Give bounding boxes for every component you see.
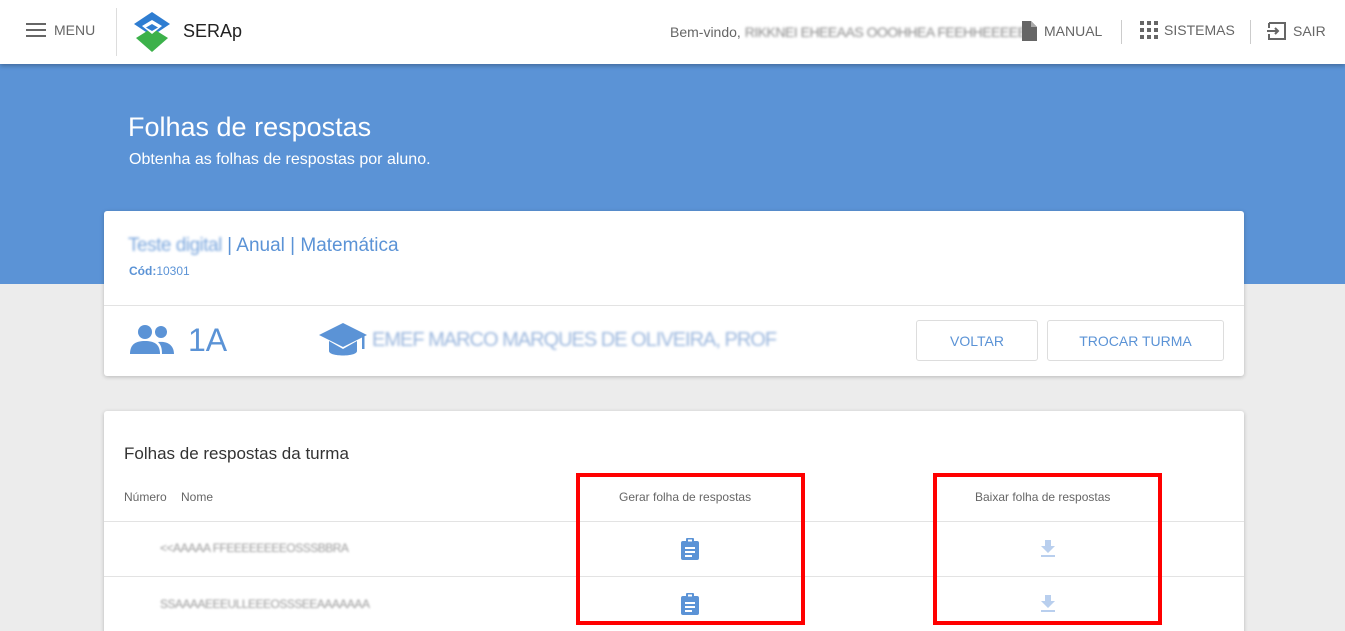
school-name-text: EMEF MARCO MARQUES DE OLIVEIRA, PROF: [372, 329, 777, 351]
test-details: | Anual | Matemática: [221, 235, 399, 256]
welcome-text: Bem-vindo, RIKKNEI EHEEAAS OOOHHEA FEEHH…: [670, 24, 1027, 40]
student-name-text: <<AAAAA FFEEEEEEEEOSSSBBRA: [160, 541, 349, 555]
test-code: Cód:10301: [129, 264, 190, 278]
divider: [104, 305, 1244, 306]
highlight-box-baixar: [933, 473, 1162, 625]
top-navbar: MENU SERAp Bem-vindo, RIKKNEI EHEEAAS OO…: [0, 0, 1345, 64]
group-icon: [130, 325, 174, 354]
trocar-turma-button[interactable]: TROCAR TURMA: [1047, 320, 1224, 361]
welcome-prefix: Bem-vindo,: [670, 24, 741, 40]
user-name: RIKKNEI EHEEAAS OOOHHEA FEEHHEEEEE: [744, 24, 1027, 40]
column-header-nome[interactable]: Nome: [181, 490, 213, 504]
document-icon: [1022, 21, 1037, 41]
divider: [1121, 20, 1122, 44]
sistemas-label: SISTEMAS: [1164, 22, 1235, 38]
brand-name[interactable]: SERAp: [183, 21, 242, 42]
menu-label: MENU: [54, 22, 96, 38]
manual-button[interactable]: MANUAL: [1020, 21, 1102, 41]
apps-grid-icon: [1140, 21, 1158, 39]
test-info-card: Teste digital | Anual | Matemática Cód:1…: [104, 211, 1244, 376]
exit-icon: [1267, 22, 1286, 40]
manual-label: MANUAL: [1044, 23, 1103, 39]
test-code-label: Cód:: [129, 264, 157, 278]
page-title: Folhas de respostas: [128, 112, 372, 142]
student-name-text: SSAAAAEEEULLEEEOSSSEEAAAAAAA: [160, 597, 370, 611]
table-title: Folhas de respostas da turma: [124, 444, 349, 463]
school-name: EMEF MARCO MARQUES DE OLIVEIRA, PROF: [372, 329, 777, 352]
logo-icon[interactable]: [132, 10, 172, 54]
divider: [1250, 20, 1251, 44]
menu-icon: [26, 23, 46, 37]
test-name: Teste digital: [128, 235, 222, 256]
highlight-box-gerar: [576, 473, 805, 625]
voltar-button[interactable]: VOLTAR: [916, 320, 1038, 361]
sair-button[interactable]: SAIR: [1267, 21, 1326, 41]
turma-name: 1A: [188, 322, 228, 358]
sistemas-button[interactable]: SISTEMAS: [1140, 21, 1235, 39]
school-icon: [319, 323, 367, 356]
sair-label: SAIR: [1293, 23, 1326, 39]
student-name: <<AAAAA FFEEEEEEEEOSSSBBRA: [160, 541, 349, 555]
page-subtitle: Obtenha as folhas de respostas por aluno…: [129, 151, 431, 168]
divider: [116, 8, 117, 56]
test-code-value: 10301: [156, 264, 190, 278]
menu-button[interactable]: MENU: [26, 22, 95, 38]
column-header-numero[interactable]: Número: [124, 490, 167, 504]
test-title: Teste digital | Anual | Matemática: [128, 235, 399, 257]
student-name: SSAAAAEEEULLEEEOSSSEEAAAAAAA: [160, 597, 370, 611]
